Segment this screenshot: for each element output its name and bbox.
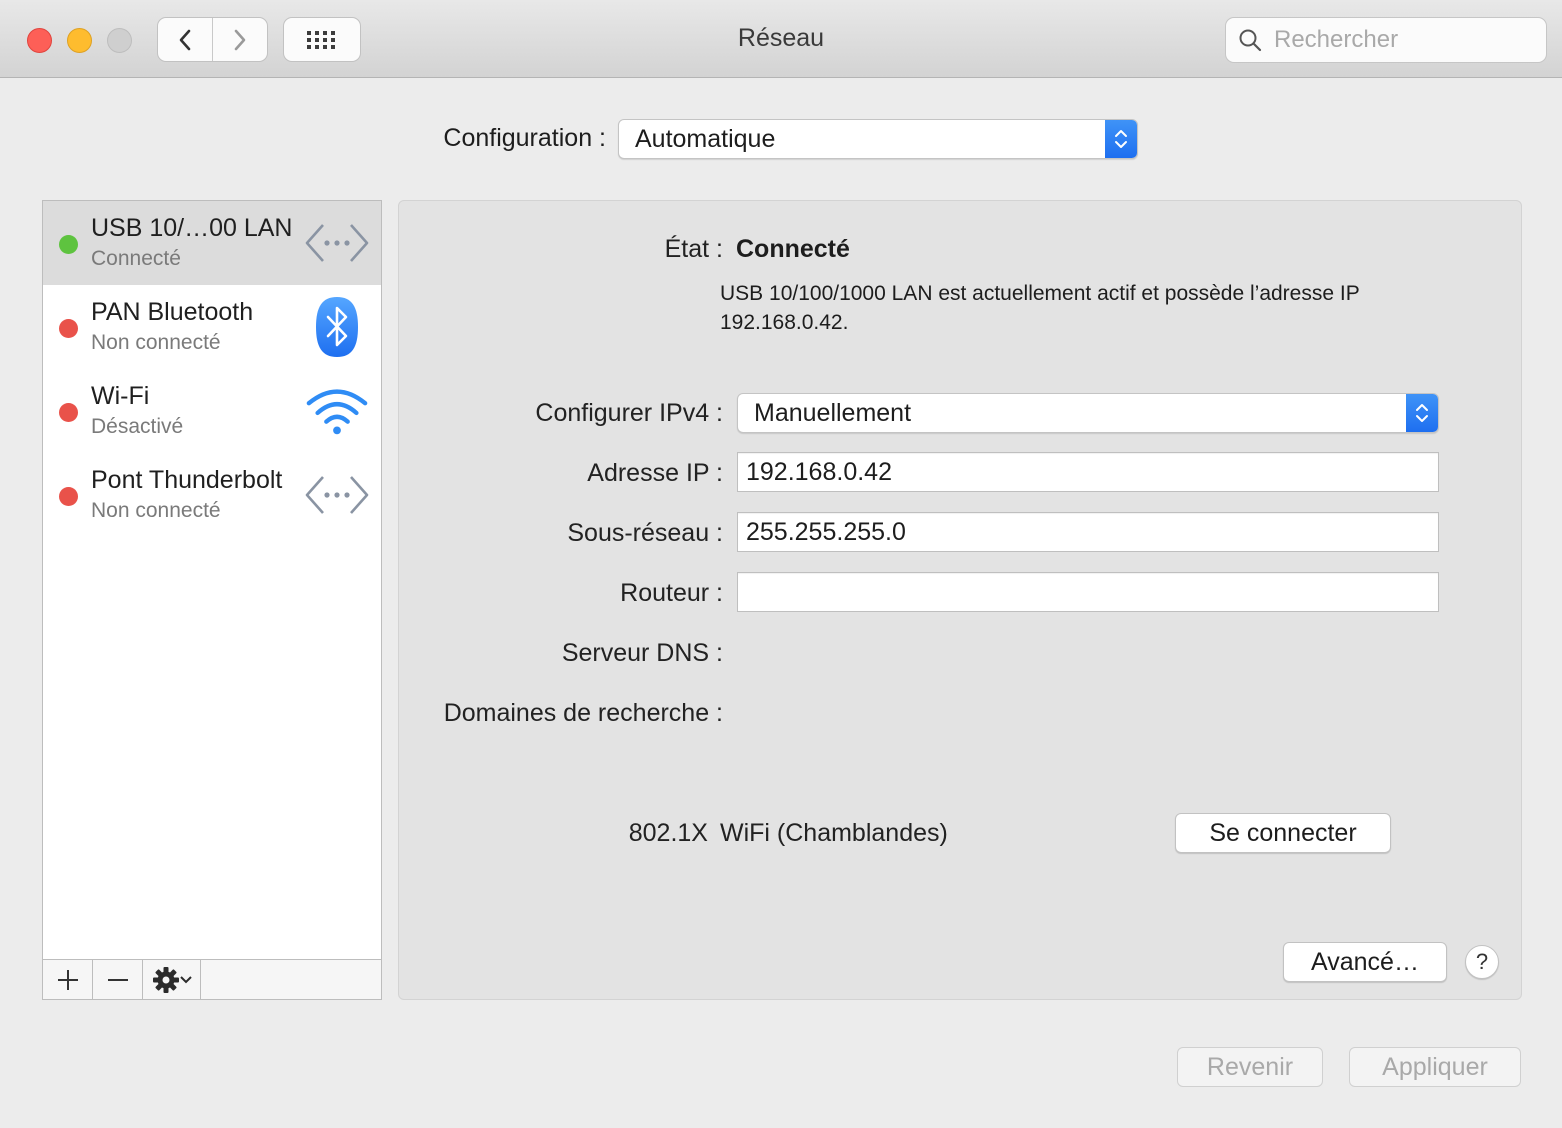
status-label: État : bbox=[664, 235, 723, 263]
dns-server-label: Serveur DNS : bbox=[561, 639, 723, 667]
location-popup[interactable]: Automatique bbox=[618, 119, 1138, 159]
ip-address-label: Adresse IP : bbox=[587, 459, 723, 487]
apply-button[interactable]: Appliquer bbox=[1349, 1047, 1521, 1087]
ip-address-field[interactable] bbox=[737, 452, 1439, 492]
help-button[interactable]: ? bbox=[1465, 945, 1499, 979]
service-list-toolbar bbox=[43, 959, 381, 999]
service-name: Pont Thunderbolt bbox=[91, 466, 283, 494]
service-item-bluetooth-pan[interactable]: PAN Bluetooth Non connecté bbox=[43, 285, 381, 369]
chevron-down-icon bbox=[179, 975, 192, 983]
ethernet-icon bbox=[305, 213, 369, 273]
search-field[interactable] bbox=[1225, 17, 1547, 63]
add-service-button[interactable] bbox=[43, 960, 93, 999]
dot1x-profile: WiFi (Chamblandes) bbox=[720, 819, 948, 847]
router-input[interactable] bbox=[738, 573, 1438, 611]
configure-ipv4-label: Configurer IPv4 : bbox=[535, 399, 723, 427]
revert-button[interactable]: Revenir bbox=[1177, 1047, 1323, 1087]
status-dot-connected bbox=[59, 235, 78, 254]
title-bar: Réseau bbox=[0, 0, 1562, 78]
service-status: Non connecté bbox=[91, 499, 221, 522]
status-dot-disconnected bbox=[59, 487, 78, 506]
plus-icon bbox=[57, 969, 78, 990]
service-name: USB 10/…00 LAN bbox=[91, 214, 293, 242]
gear-icon bbox=[152, 966, 179, 993]
bluetooth-icon bbox=[305, 297, 369, 357]
status-description: USB 10/100/1000 LAN est actuellement act… bbox=[720, 282, 1360, 334]
popup-arrows-icon bbox=[1105, 120, 1137, 158]
service-item-thunderbolt-bridge[interactable]: Pont Thunderbolt Non connecté bbox=[43, 453, 381, 537]
ip-address-input[interactable] bbox=[738, 453, 1438, 491]
router-field[interactable] bbox=[737, 572, 1439, 612]
wifi-icon bbox=[305, 381, 369, 441]
service-status: Désactivé bbox=[91, 415, 184, 438]
service-name: PAN Bluetooth bbox=[91, 298, 254, 326]
popup-arrows-icon bbox=[1406, 394, 1438, 432]
subnet-mask-label: Sous-réseau : bbox=[567, 519, 723, 547]
status-dot-disconnected bbox=[59, 403, 78, 422]
minus-icon bbox=[107, 978, 128, 981]
router-label: Routeur : bbox=[620, 579, 723, 607]
configure-ipv4-popup[interactable]: Manuellement bbox=[737, 393, 1439, 433]
service-item-usb-lan[interactable]: USB 10/…00 LAN Connecté bbox=[43, 201, 381, 285]
service-item-wifi[interactable]: Wi-Fi Désactivé bbox=[43, 369, 381, 453]
dot1x-label: 802.1X bbox=[628, 819, 708, 847]
thunderbolt-bridge-icon bbox=[305, 465, 369, 525]
search-domains-label: Domaines de recherche : bbox=[443, 699, 723, 727]
status-value: Connecté bbox=[736, 235, 850, 263]
advanced-button[interactable]: Avancé… bbox=[1283, 942, 1447, 982]
service-status: Non connecté bbox=[91, 331, 221, 354]
search-input[interactable] bbox=[1274, 26, 1534, 54]
configure-ipv4-value: Manuellement bbox=[754, 398, 912, 427]
connect-button[interactable]: Se connecter bbox=[1175, 813, 1391, 853]
status-dot-disconnected bbox=[59, 319, 78, 338]
service-name: Wi-Fi bbox=[91, 382, 150, 410]
service-actions-menu-button[interactable] bbox=[143, 960, 201, 999]
location-label: Configuration : bbox=[443, 124, 606, 152]
service-status: Connecté bbox=[91, 247, 181, 270]
remove-service-button[interactable] bbox=[93, 960, 143, 999]
subnet-mask-field[interactable] bbox=[737, 512, 1439, 552]
search-icon bbox=[1226, 28, 1274, 52]
subnet-mask-input[interactable] bbox=[738, 513, 1438, 551]
service-list: USB 10/…00 LAN Connecté PAN Bluetooth No… bbox=[42, 200, 382, 1000]
service-detail-panel: État : Connecté USB 10/100/1000 LAN est … bbox=[398, 200, 1522, 1000]
location-value: Automatique bbox=[635, 124, 776, 153]
